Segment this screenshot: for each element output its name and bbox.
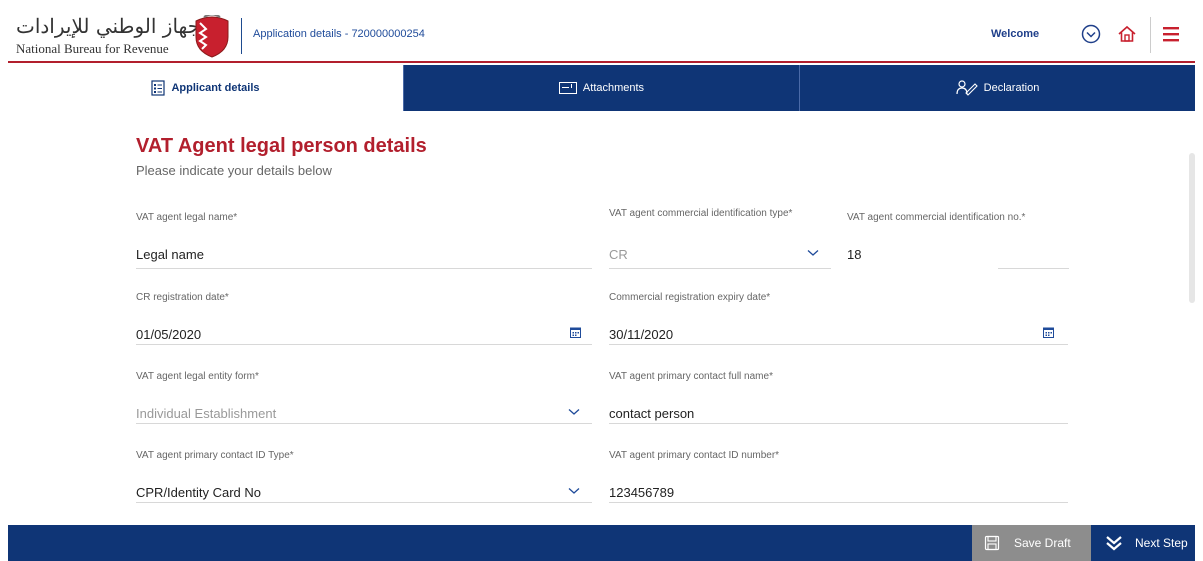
cr-registration-date-input[interactable]: 01/05/2020 — [136, 327, 201, 342]
tab-label: Declaration — [983, 82, 1040, 94]
tab-declaration[interactable]: Declaration — [799, 65, 1195, 111]
save-icon — [984, 535, 1000, 551]
header-icon-divider — [1150, 17, 1151, 53]
section-title: VAT Agent legal person details — [136, 135, 427, 157]
next-step-label: Next Step — [1135, 536, 1188, 550]
field-underline — [998, 268, 1069, 269]
id-number-field[interactable]: VAT agent commercial identification no.*… — [847, 211, 1069, 269]
field-label: VAT agent primary contact ID Type* — [136, 450, 294, 461]
save-draft-button[interactable]: Save Draft — [972, 525, 1091, 561]
chevron-circle-icon[interactable] — [1080, 23, 1102, 45]
logo-arabic-text: الجهاز الوطني للإيرادات — [16, 14, 213, 38]
tab-label: Attachments — [582, 82, 645, 94]
nbr-logo[interactable]: الجهاز الوطني للإيرادات National Bureau … — [14, 14, 236, 60]
legal-name-input[interactable]: Legal name — [136, 247, 204, 262]
cr-registration-date-field[interactable]: CR registration date* 01/05/2020 — [136, 291, 592, 345]
field-underline — [609, 344, 1068, 345]
field-underline — [609, 502, 1068, 503]
chevron-down-icon[interactable] — [807, 249, 819, 257]
contact-id-number-input[interactable]: 123456789 — [609, 485, 674, 500]
vertical-scrollbar[interactable] — [1189, 153, 1195, 303]
calendar-icon[interactable] — [570, 327, 581, 338]
field-underline — [609, 423, 1068, 424]
calendar-icon[interactable] — [1043, 327, 1054, 338]
contact-full-name-field[interactable]: VAT agent primary contact full name* con… — [609, 370, 1068, 424]
field-label: CR registration date* — [136, 292, 229, 303]
field-underline — [136, 423, 592, 424]
cr-expiry-date-input[interactable]: 30/11/2020 — [609, 327, 673, 342]
field-label: VAT agent commercial identification no.* — [847, 212, 1026, 223]
menu-icon[interactable] — [1160, 23, 1182, 45]
id-type-select[interactable]: CR — [609, 247, 628, 262]
legal-entity-form-field[interactable]: VAT agent legal entity form* Individual … — [136, 370, 592, 424]
contact-id-type-select[interactable]: CPR/Identity Card No — [136, 485, 261, 500]
field-underline — [136, 268, 592, 269]
tab-applicant-details[interactable]: Applicant details — [8, 65, 403, 111]
field-underline — [136, 344, 592, 345]
field-label: VAT agent legal entity form* — [136, 371, 259, 382]
contact-full-name-input[interactable]: contact person — [609, 406, 694, 421]
attachment-icon — [558, 82, 577, 94]
step-tabs: Applicant details Attachments Declaratio… — [8, 65, 1195, 111]
legal-entity-form-select[interactable]: Individual Establishment — [136, 406, 276, 421]
field-label: VAT agent commercial identification type… — [609, 208, 793, 219]
field-label: VAT agent legal name* — [136, 212, 238, 223]
save-draft-label: Save Draft — [1014, 536, 1071, 550]
field-label: Commercial registration expiry date* — [609, 292, 771, 303]
double-chevron-down-icon — [1106, 536, 1122, 551]
section-subtitle: Please indicate your details below — [136, 163, 332, 178]
field-label: VAT agent primary contact full name* — [609, 371, 773, 382]
footer-bar: Save Draft Next Step — [8, 525, 1195, 561]
chevron-down-icon[interactable] — [568, 408, 580, 416]
signature-icon — [956, 80, 978, 96]
contact-id-type-field[interactable]: VAT agent primary contact ID Type* CPR/I… — [136, 449, 592, 503]
header-divider — [241, 18, 242, 54]
form-content: VAT Agent legal person details Please in… — [8, 111, 1195, 525]
tab-attachments[interactable]: Attachments — [403, 65, 799, 111]
emblem-icon — [195, 15, 229, 58]
logo-english-text: National Bureau for Revenue — [16, 41, 169, 56]
contact-id-number-field[interactable]: VAT agent primary contact ID number* 123… — [609, 449, 1068, 503]
app-header: الجهاز الوطني للإيرادات National Bureau … — [8, 8, 1195, 63]
form-icon — [151, 80, 166, 96]
next-step-button[interactable]: Next Step — [1093, 525, 1195, 561]
chevron-down-icon[interactable] — [568, 487, 580, 495]
field-underline — [609, 268, 831, 269]
welcome-text: Welcome — [991, 28, 1040, 40]
tab-label: Applicant details — [171, 82, 260, 94]
legal-name-field[interactable]: VAT agent legal name* Legal name — [136, 211, 592, 269]
field-underline — [136, 502, 592, 503]
field-label: VAT agent primary contact ID number* — [609, 450, 780, 461]
cr-expiry-date-field[interactable]: Commercial registration expiry date* 30/… — [609, 291, 1068, 345]
application-title: Application details - 720000000254 — [253, 28, 425, 40]
id-number-input[interactable]: 18 — [847, 247, 861, 262]
id-type-field[interactable]: VAT agent commercial identification type… — [609, 207, 831, 269]
home-icon[interactable] — [1116, 23, 1138, 45]
